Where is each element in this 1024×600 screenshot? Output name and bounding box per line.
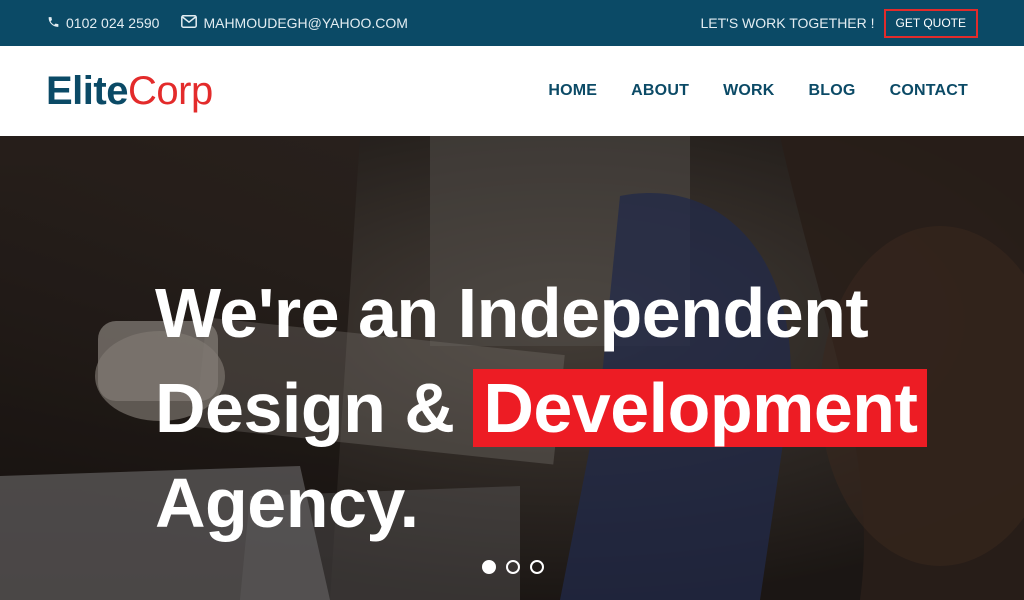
headline-line-3: Agency. (155, 464, 419, 542)
headline-highlight: Development (473, 369, 928, 447)
logo-part-elite: Elite (46, 69, 128, 113)
nav-home[interactable]: HOME (548, 82, 597, 100)
headline-line-2-prefix: Design & (155, 369, 474, 447)
brand-logo[interactable]: Elite Corp (46, 71, 213, 111)
phone-contact: 0102 024 2590 (47, 15, 159, 32)
slider-dot-1[interactable] (482, 560, 496, 574)
email-address[interactable]: MAHMOUDEGH@YAHOO.COM (203, 15, 408, 31)
top-bar: 0102 024 2590 MAHMOUDEGH@YAHOO.COM LET'S… (0, 0, 1024, 46)
slider-dot-3[interactable] (530, 560, 544, 574)
slider-pagination (482, 560, 544, 574)
topbar-cta: LET'S WORK TOGETHER ! GET QUOTE (700, 8, 978, 38)
slider-dot-2[interactable] (506, 560, 520, 574)
get-quote-button[interactable]: GET QUOTE (883, 8, 978, 38)
phone-icon (47, 15, 60, 32)
headline-line-1: We're an Independent (155, 274, 869, 352)
logo-part-corp: Corp (127, 69, 213, 113)
envelope-icon (181, 15, 198, 31)
headline-line-2: Design & Development (155, 361, 928, 456)
main-navbar: Elite Corp HOME ABOUT WORK BLOG CONTACT (0, 46, 1024, 136)
contact-info: 0102 024 2590 MAHMOUDEGH@YAHOO.COM (47, 15, 408, 32)
email-contact: MAHMOUDEGH@YAHOO.COM (181, 15, 408, 31)
nav-contact[interactable]: CONTACT (890, 82, 968, 100)
phone-number[interactable]: 0102 024 2590 (66, 15, 159, 31)
nav-about[interactable]: ABOUT (631, 82, 689, 100)
tagline: LET'S WORK TOGETHER ! (700, 15, 875, 31)
nav-work[interactable]: WORK (723, 82, 774, 100)
nav-blog[interactable]: BLOG (809, 82, 856, 100)
primary-nav: HOME ABOUT WORK BLOG CONTACT (548, 82, 968, 100)
hero-headline: We're an Independent Design & Developmen… (155, 266, 928, 551)
hero-slider: We're an Independent Design & Developmen… (0, 136, 1024, 600)
